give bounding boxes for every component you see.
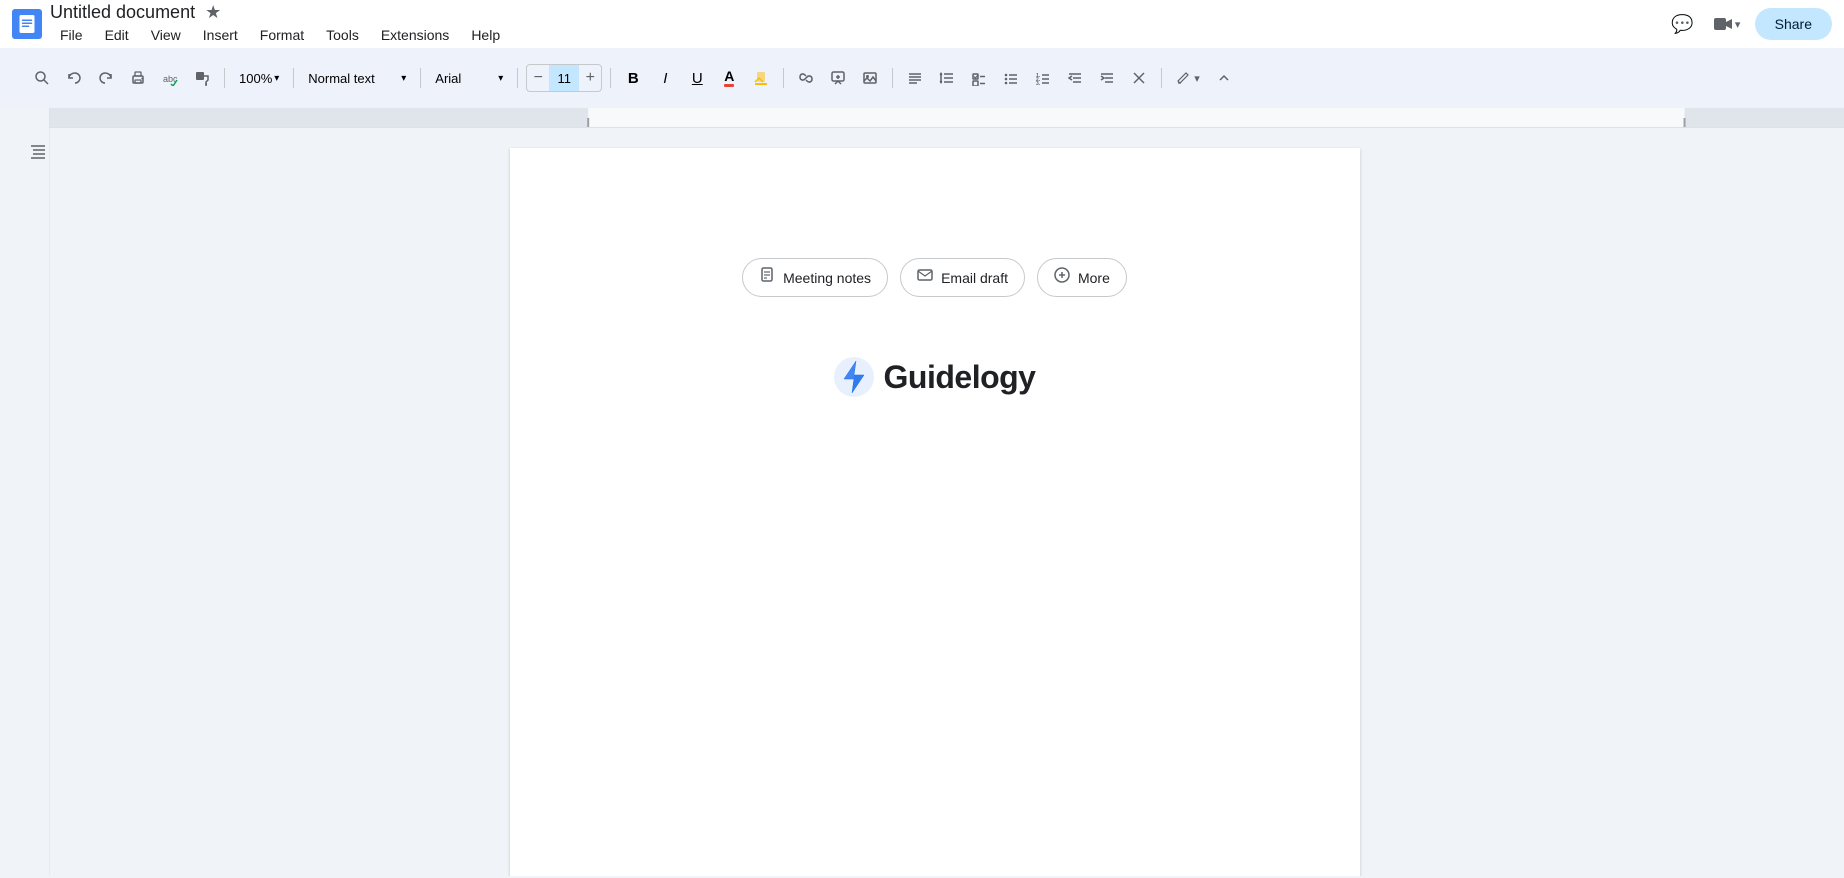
font-value: Arial [435,71,461,86]
guidelogy-logo-icon [834,357,874,397]
decrease-indent-button[interactable] [1061,64,1089,92]
menu-edit[interactable]: Edit [95,23,139,47]
search-button[interactable] [28,64,56,92]
menu-file[interactable]: File [50,23,93,47]
paint-format-button[interactable] [188,64,216,92]
menu-bar: File Edit View Insert Format Tools Exten… [50,23,510,47]
template-chips: Meeting notes Email draft More [590,258,1280,297]
svg-text:3.: 3. [1036,81,1041,86]
divider-4 [517,68,518,88]
add-comment-button[interactable] [824,64,852,92]
increase-indent-button[interactable] [1093,64,1121,92]
chip-meeting-notes-label: Meeting notes [783,270,871,286]
more-icon [1054,267,1070,288]
chip-more[interactable]: More [1037,258,1127,297]
font-size-decrease[interactable]: − [527,64,549,92]
menu-format[interactable]: Format [250,23,314,47]
zoom-value: 100% [239,71,272,86]
chip-meeting-notes[interactable]: Meeting notes [742,258,888,297]
ruler [50,108,1844,128]
divider-5 [610,68,611,88]
ruler-area [0,108,1844,128]
divider-2 [293,68,294,88]
menu-extensions[interactable]: Extensions [371,23,459,47]
meet-icon[interactable]: ▾ [1711,8,1743,40]
redo-button[interactable] [92,64,120,92]
text-color-button[interactable]: A [715,64,743,92]
chip-more-label: More [1078,270,1110,286]
align-button[interactable] [901,64,929,92]
chip-email-draft[interactable]: Email draft [900,258,1025,297]
vertical-ruler [0,128,25,876]
document-title[interactable]: Untitled document [50,2,195,23]
bold-button[interactable]: B [619,64,647,92]
font-size-value[interactable]: 11 [549,65,579,91]
highlight-button[interactable] [747,64,775,92]
menu-view[interactable]: View [141,23,191,47]
star-icon[interactable]: ★ [205,2,221,23]
document-page[interactable]: Meeting notes Email draft More [510,148,1360,876]
font-size-increase[interactable]: + [579,64,601,92]
style-value: Normal text [308,71,374,86]
clear-format-button[interactable] [1125,64,1153,92]
italic-button[interactable]: I [651,64,679,92]
link-button[interactable] [792,64,820,92]
divider-1 [224,68,225,88]
menu-insert[interactable]: Insert [193,23,248,47]
email-draft-icon [917,267,933,288]
undo-button[interactable] [60,64,88,92]
menu-help[interactable]: Help [461,23,510,47]
style-arrow: ▾ [401,73,406,84]
collapse-toolbar-button[interactable] [1210,64,1238,92]
zoom-arrow: ▾ [274,73,279,84]
underline-button[interactable]: U [683,64,711,92]
spell-check-button[interactable]: abc [156,64,184,92]
editing-mode-button[interactable]: ▾ [1170,64,1206,92]
divider-6 [783,68,784,88]
right-panel [1819,128,1844,876]
outline-panel [25,128,50,876]
insert-image-button[interactable] [856,64,884,92]
app-icon [12,9,42,39]
font-size-control: − 11 + [526,64,602,92]
top-right-actions: 💬 ▾ Share [1667,8,1832,40]
meeting-notes-icon [759,267,775,288]
divider-3 [420,68,421,88]
menu-tools[interactable]: Tools [316,23,369,47]
font-arrow: ▾ [498,73,503,84]
title-bar: Untitled document ★ File Edit View Inser… [0,0,1844,48]
style-select[interactable]: Normal text ▾ [302,64,412,92]
logo-area: Guidelogy [590,357,1280,397]
zoom-select[interactable]: 100% ▾ [233,64,285,92]
outline-icon[interactable] [29,142,47,165]
bullet-list-button[interactable] [997,64,1025,92]
divider-8 [1161,68,1162,88]
document-scroll-area[interactable]: Meeting notes Email draft More [50,128,1819,876]
doc-area: Meeting notes Email draft More [0,128,1844,876]
divider-7 [892,68,893,88]
toolbar: abc 100% ▾ Normal text ▾ Arial ▾ − 11 [20,58,1824,98]
chat-icon[interactable]: 💬 [1667,8,1699,40]
print-button[interactable] [124,64,152,92]
font-select[interactable]: Arial ▾ [429,64,509,92]
numbered-list-button[interactable]: 1.2.3. [1029,64,1057,92]
logo-text: Guidelogy [884,359,1036,396]
checklist-button[interactable] [965,64,993,92]
chip-email-draft-label: Email draft [941,270,1008,286]
share-button[interactable]: Share [1755,8,1832,40]
line-spacing-button[interactable] [933,64,961,92]
